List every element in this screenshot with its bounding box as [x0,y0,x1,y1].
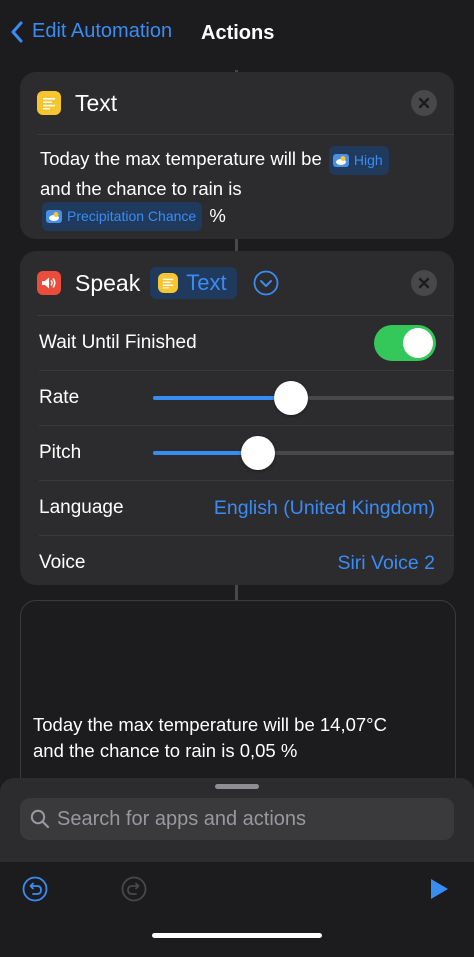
home-indicator [152,933,322,938]
close-icon [418,277,430,289]
wait-until-finished-toggle[interactable] [374,325,436,361]
text-action-content[interactable]: Today the max temperature will be High a… [20,135,454,232]
high-token-label: High [353,151,383,168]
redo-icon [121,876,147,902]
speak-action-header: Speak Text [20,251,454,315]
rate-slider-thumb[interactable] [274,381,308,415]
rate-row: Rate [20,371,454,425]
expand-chevron-icon[interactable] [253,270,279,296]
back-button-label: Edit Automation [32,20,173,42]
search-placeholder: Search for apps and actions [57,807,307,830]
language-value[interactable]: English (United Kingdom) [214,497,435,520]
undo-button[interactable] [22,876,48,902]
navigation-bar: Edit Automation Actions [0,0,474,70]
play-icon [431,879,448,899]
precipitation-token-label: Precipitation Chance [67,208,197,225]
high-variable-token[interactable]: High [328,145,389,175]
remove-speak-action-button[interactable] [411,270,437,296]
page-title: Actions [201,22,275,44]
speak-action-title: Speak [75,269,141,296]
chevron-left-icon [11,21,23,42]
remove-text-action-button[interactable] [411,90,437,116]
voice-value[interactable]: Siri Voice 2 [337,552,435,575]
sheet-grabber[interactable] [215,784,259,789]
output-preview-card: Today the max temperature will be 14,07°… [20,600,456,780]
language-row[interactable]: Language English (United Kingdom) [20,481,454,535]
pitch-label: Pitch [39,442,82,463]
connector-line [235,239,238,251]
output-line-2: and the chance to rain is 0,05 % [33,740,298,761]
voice-row[interactable]: Voice Siri Voice 2 [20,536,454,590]
text-line-2: and the chance to rain is [40,177,242,199]
percent-suffix: % [209,204,226,226]
text-line-1: Today the max temperature will be [40,148,322,169]
rate-label: Rate [39,387,80,408]
text-parameter-label: Text [186,270,227,295]
close-icon [418,97,430,109]
output-line-1: Today the max temperature will be 14,07°… [33,714,387,735]
rate-slider-fill [153,396,291,400]
text-action-card[interactable]: Text Today the max temperature will be H… [20,72,454,239]
pitch-slider[interactable] [153,436,454,470]
rate-slider[interactable] [153,381,454,415]
text-action-header: Text [20,72,454,134]
pitch-row: Pitch [20,426,454,480]
text-doc-icon [158,273,179,293]
precipitation-variable-token[interactable]: Precipitation Chance [42,202,203,232]
voice-label: Voice [39,552,86,573]
editor-toolbar [0,862,474,957]
search-field[interactable]: Search for apps and actions [20,798,454,840]
search-icon [30,809,50,829]
weather-icon [332,153,349,167]
text-doc-icon [37,91,61,115]
wait-label: Wait Until Finished [39,332,197,353]
wait-until-finished-row: Wait Until Finished [20,316,454,370]
output-text: Today the max temperature will be 14,07°… [33,712,387,764]
toggle-knob [403,328,433,358]
pitch-slider-thumb[interactable] [241,436,275,470]
redo-button[interactable] [121,876,147,902]
actions-bottom-sheet: Search for apps and actions [0,778,474,957]
back-button[interactable]: Edit Automation [10,20,172,43]
weather-icon [46,210,62,224]
connector-line [235,585,238,600]
speaker-icon [37,271,61,295]
speak-action-card[interactable]: Speak Text Wait Until Finished Rate Pitc… [20,251,454,585]
language-label: Language [39,497,124,518]
text-parameter-token[interactable]: Text [150,267,237,299]
undo-icon [22,876,48,902]
text-action-title: Text [75,89,118,116]
actions-editor: Text Today the max temperature will be H… [0,70,474,780]
run-button[interactable] [426,876,452,902]
